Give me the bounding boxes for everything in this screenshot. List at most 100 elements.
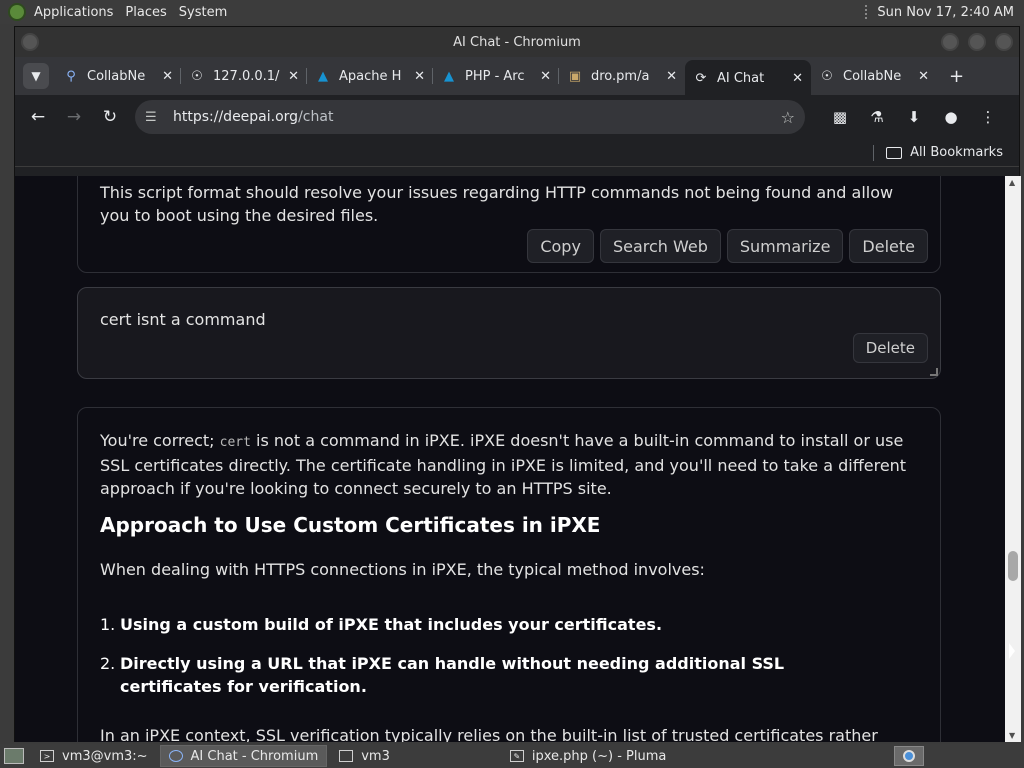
chromium-tray-icon	[903, 750, 915, 762]
tab-title: PHP - Arc	[465, 68, 525, 84]
message-paragraph: When dealing with HTTPS connections in i…	[100, 560, 705, 579]
tab-collabnet-2[interactable]: ☉ CollabNe ✕	[811, 60, 937, 92]
site-settings-icon[interactable]: ☰	[145, 110, 165, 125]
close-icon[interactable]: ✕	[792, 71, 803, 86]
workspace-switcher[interactable]	[894, 746, 924, 766]
more-menu-icon[interactable]: ⋮	[973, 102, 1003, 132]
mouse-cursor-icon	[1009, 643, 1015, 659]
window-titlebar[interactable]: AI Chat - Chromium	[15, 27, 1019, 57]
taskbar-item-pluma[interactable]: ✎ ipxe.php (~) - Pluma	[502, 745, 674, 767]
labs-flask-icon[interactable]: ⚗	[862, 102, 892, 132]
numbered-list: 1. Using a custom build of iPXE that incl…	[100, 613, 850, 698]
places-menu[interactable]: Places	[119, 5, 172, 20]
copy-button[interactable]: Copy	[527, 229, 594, 263]
taskbar-item-label: ipxe.php (~) - Pluma	[531, 748, 667, 764]
close-icon[interactable]: ✕	[288, 69, 299, 84]
assistant-message: This script format should resolve your i…	[77, 176, 941, 273]
tab-php[interactable]: ▲ PHP - Arc ✕	[433, 60, 559, 92]
taskbar-item-label: vm3@vm3:~	[62, 748, 148, 764]
taskbar-item-terminal[interactable]: > vm3@vm3:~	[32, 745, 156, 767]
tab-dropm[interactable]: ▣ dro.pm/a ✕	[559, 60, 685, 92]
text-editor-icon: ✎	[509, 750, 524, 762]
assistant-message: You're correct; cert is not a command in…	[77, 407, 941, 742]
close-icon[interactable]: ✕	[162, 69, 173, 84]
close-window-button[interactable]	[995, 33, 1013, 51]
tab-title: 127.0.0.1/	[213, 68, 280, 84]
chromium-icon	[168, 750, 183, 762]
reload-icon: ↻	[102, 107, 118, 127]
bookmark-star-icon[interactable]: ☆	[781, 108, 795, 127]
message-paragraph: In an iPXE context, SSL verification typ…	[100, 726, 878, 742]
delete-button[interactable]: Delete	[852, 333, 928, 363]
arrow-right-icon: →	[66, 107, 82, 127]
user-message: cert isnt a command Delete	[77, 287, 941, 379]
page-content: This script format should resolve your i…	[15, 176, 1005, 742]
tab-collabnet-1[interactable]: ⚲ CollabNe ✕	[55, 60, 181, 92]
resize-handle-icon[interactable]	[930, 368, 938, 376]
search-icon: ⚲	[66, 68, 76, 84]
tab-title: CollabNe	[87, 68, 146, 84]
maximize-button[interactable]	[968, 33, 986, 51]
tab-search-button[interactable]: ▼	[23, 63, 49, 89]
url-path: /chat	[298, 109, 334, 125]
bookmarks-divider	[873, 144, 875, 161]
minimize-button[interactable]	[941, 33, 959, 51]
url-text[interactable]: https://deepai.org/chat	[173, 109, 781, 125]
close-icon[interactable]: ✕	[918, 69, 929, 84]
all-bookmarks-button[interactable]: All Bookmarks	[910, 145, 1003, 160]
summarize-button[interactable]: Summarize	[726, 229, 844, 263]
tab-apache[interactable]: ▲ Apache H ✕	[307, 60, 433, 92]
tab-ai-chat[interactable]: ⟳ AI Chat ✕	[685, 60, 811, 96]
back-button[interactable]: ←	[23, 102, 53, 132]
list-item-text: Directly using a URL that iPXE can handl…	[120, 654, 785, 696]
message-actions: Copy Search Web Summarize Delete	[527, 229, 928, 263]
list-item-text: Using a custom build of iPXE that includ…	[120, 615, 663, 634]
message-text: cert isnt a command	[100, 310, 266, 329]
text-span: You're correct;	[100, 431, 220, 450]
extensions-icon[interactable]: ▩	[825, 102, 855, 132]
section-heading: Approach to Use Custom Certificates in i…	[100, 513, 601, 537]
inline-code: cert	[219, 435, 251, 450]
folder-icon: ▣	[568, 68, 582, 84]
system-menu[interactable]: System	[173, 5, 233, 20]
globe-icon: ☉	[191, 68, 203, 84]
folder-icon	[339, 750, 354, 762]
message-paragraph: You're correct; cert is not a command in…	[100, 429, 918, 500]
scroll-up-icon[interactable]: ▲	[1009, 178, 1015, 187]
browser-window: AI Chat - Chromium ▼ ⚲ CollabNe ✕ ☉ 127.…	[14, 26, 1021, 742]
arch-logo-icon: ▲	[318, 68, 328, 84]
scroll-down-icon[interactable]: ▼	[1009, 731, 1015, 740]
list-item: 2. Directly using a URL that iPXE can han…	[100, 652, 850, 698]
globe-icon: ☉	[821, 68, 833, 84]
applications-menu[interactable]: Applications	[28, 5, 119, 20]
clock[interactable]: Sun Nov 17, 2:40 AM	[877, 5, 1024, 20]
message-text: This script format should resolve your i…	[100, 183, 894, 225]
taskbar-item-label: vm3	[361, 748, 390, 764]
tab-strip: ▼ ⚲ CollabNe ✕ ☉ 127.0.0.1/ ✕ ▲ Apache H…	[15, 57, 1019, 96]
window-menu-button[interactable]	[21, 33, 39, 51]
arch-logo-icon: ▲	[444, 68, 454, 84]
distro-logo-icon[interactable]	[8, 3, 26, 21]
close-icon[interactable]: ✕	[540, 69, 551, 84]
profile-avatar-icon[interactable]: ●	[936, 102, 966, 132]
browser-toolbar: ← → ↻ ☰ https://deepai.org/chat ☆ ▩ ⚗ ⬇ …	[15, 95, 1019, 139]
window-title: AI Chat - Chromium	[453, 34, 581, 50]
taskbar-item-chromium[interactable]: AI Chat - Chromium	[159, 745, 328, 767]
system-top-panel: Applications Places System Sun Nov 17, 2…	[0, 0, 1024, 24]
terminal-icon: >	[40, 750, 54, 762]
bookmarks-bar: All Bookmarks	[15, 139, 1019, 167]
delete-button[interactable]: Delete	[849, 229, 928, 263]
forward-button[interactable]: →	[59, 102, 89, 132]
search-web-button[interactable]: Search Web	[599, 229, 721, 263]
show-desktop-icon[interactable]	[4, 748, 24, 764]
scrollbar-thumb[interactable]	[1008, 551, 1018, 581]
new-tab-button[interactable]: +	[949, 66, 964, 87]
close-icon[interactable]: ✕	[666, 69, 677, 84]
download-icon[interactable]: ⬇	[899, 102, 929, 132]
tab-title: Apache H	[339, 68, 402, 84]
address-bar[interactable]: ☰ https://deepai.org/chat ☆	[135, 100, 805, 134]
reload-button[interactable]: ↻	[95, 102, 125, 132]
taskbar-item-file-manager[interactable]: vm3	[331, 745, 398, 767]
close-icon[interactable]: ✕	[414, 69, 425, 84]
tab-localhost[interactable]: ☉ 127.0.0.1/ ✕	[181, 60, 307, 92]
